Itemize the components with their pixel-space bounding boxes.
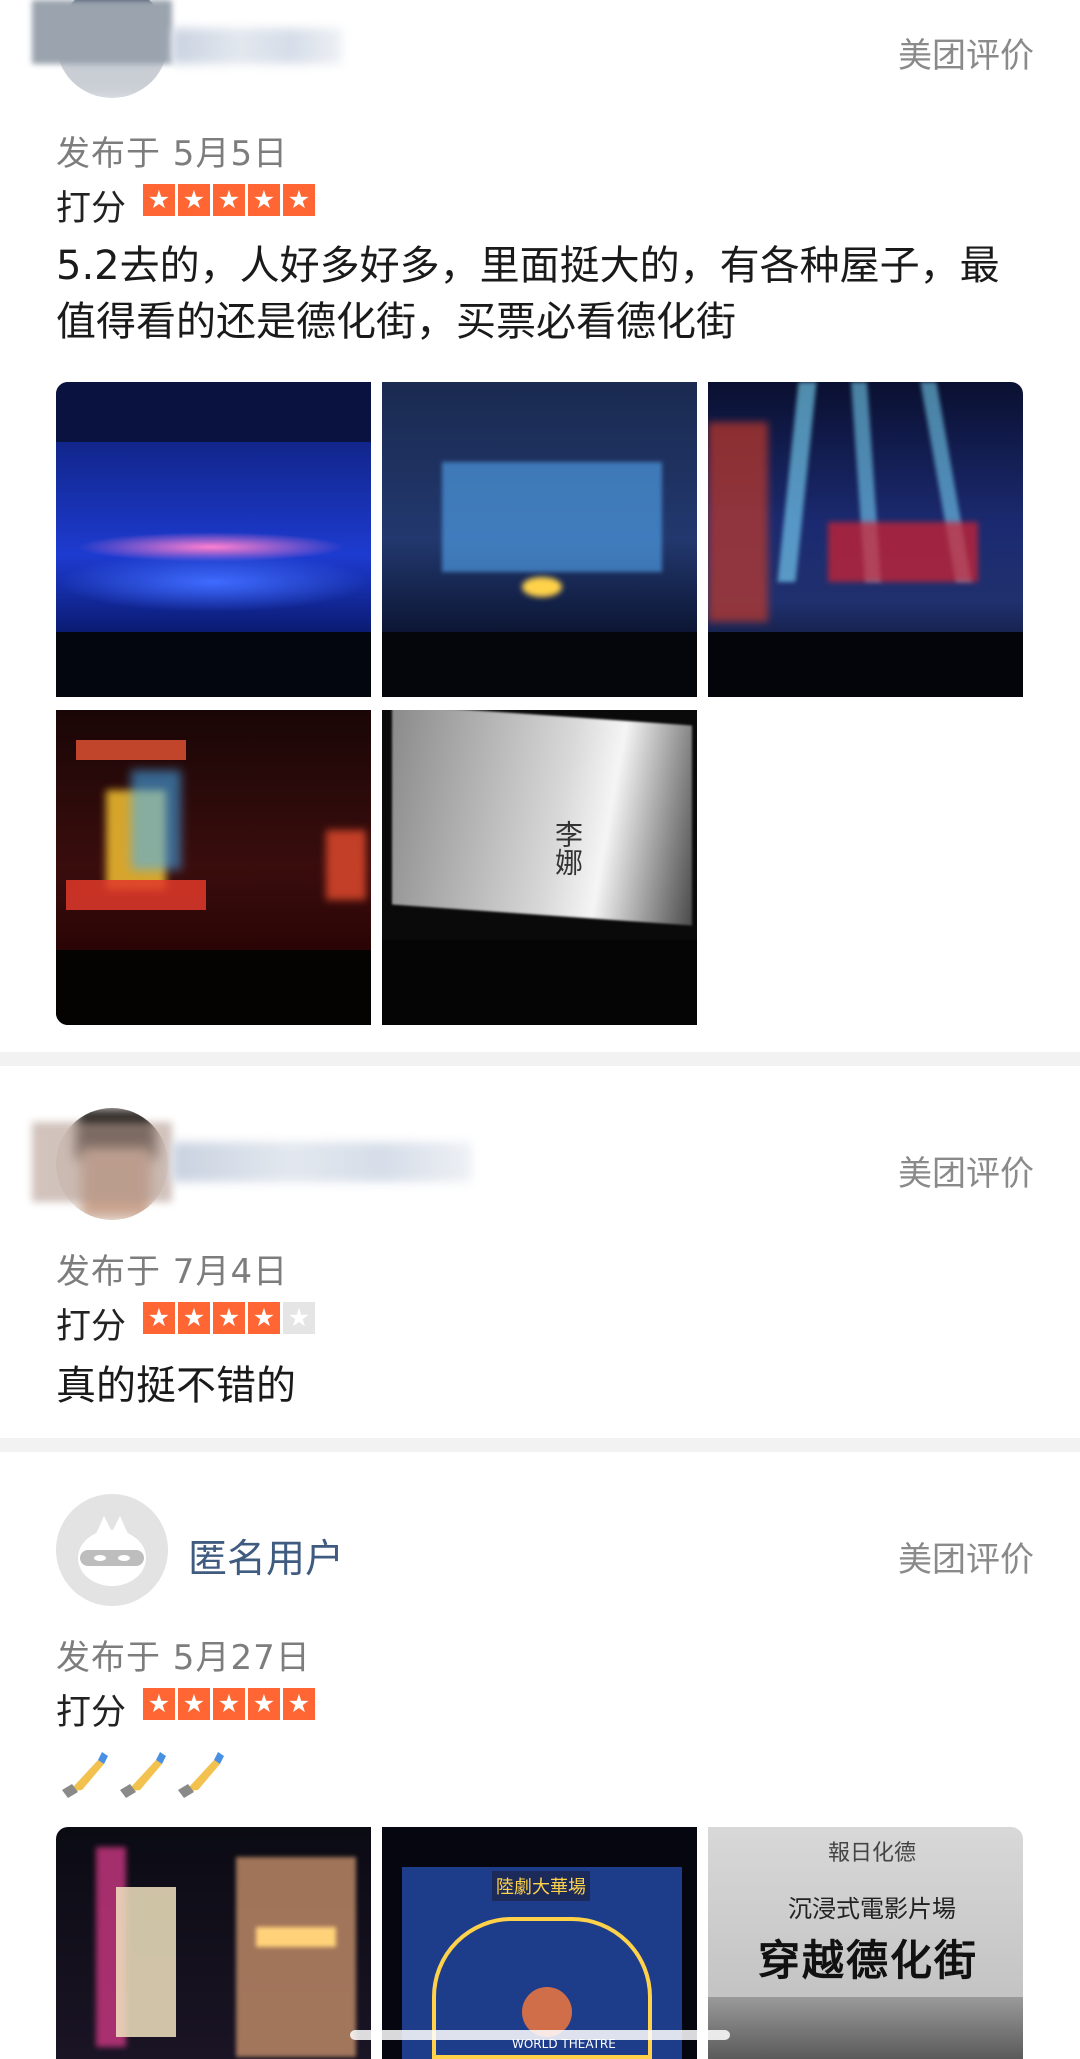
review-photo-1[interactable]	[56, 382, 371, 697]
star-icon: ★	[178, 1688, 210, 1720]
review-photo-1[interactable]	[56, 1827, 371, 2059]
score-label: 打分	[56, 189, 127, 229]
review-card-1: 美团评价 发布于 5月5日 打分 ★ ★ ★ ★ ★ 5.2去的，人好多好多，里…	[0, 0, 1080, 1052]
newspaper-title: 穿越德化街	[758, 1936, 979, 1985]
thumbs-hand-icon	[120, 1752, 166, 1798]
thumbs-hand-icon	[178, 1752, 224, 1798]
star-empty-icon: ★	[283, 1302, 315, 1334]
star-icon: ★	[178, 1302, 210, 1334]
review-photo-5[interactable]: 李娜	[382, 710, 697, 1025]
home-indicator[interactable]	[350, 2030, 730, 2040]
rating-stars: ★ ★ ★ ★ ★	[143, 1688, 315, 1720]
review-text[interactable]: 真的挺不错的	[56, 1358, 1016, 1414]
review-card-3: 匿名用户 美团评价 发布于 5月27日 打分 ★ ★ ★ ★ ★ 陸劇大華場 W…	[0, 1452, 1080, 2059]
star-icon: ★	[283, 1688, 315, 1720]
review-date: 发布于 5月27日	[56, 1638, 311, 1678]
username-blurred[interactable]	[172, 28, 342, 64]
review-separator	[0, 1438, 1080, 1452]
star-icon: ★	[248, 184, 280, 216]
anonymous-avatar-icon[interactable]	[56, 1494, 168, 1606]
review-photo-2[interactable]: 陸劇大華場 WORLD THEATRE	[382, 1827, 697, 2059]
thumbs-hand-icon	[62, 1752, 108, 1798]
review-text[interactable]: 5.2去的，人好多好多，里面挺大的，有各种屋子，最值得看的还是德化街，买票必看德…	[56, 238, 1016, 350]
review-photo-3[interactable]: 報日化德 沉浸式電影片場 穿越德化街	[708, 1827, 1023, 2059]
review-date: 发布于 5月5日	[56, 134, 289, 174]
review-photo-2[interactable]	[382, 382, 697, 697]
star-icon: ★	[283, 184, 315, 216]
star-icon: ★	[213, 184, 245, 216]
newspaper-header: 報日化德	[828, 1841, 917, 1866]
star-icon: ★	[213, 1688, 245, 1720]
projection-text: 李娜	[551, 820, 584, 876]
star-icon: ★	[143, 1302, 175, 1334]
star-icon: ★	[213, 1302, 245, 1334]
score-label: 打分	[56, 1693, 127, 1733]
review-source: 美团评价	[898, 1540, 1034, 1580]
username-blurred[interactable]	[172, 1142, 472, 1182]
review-photo-4[interactable]	[56, 710, 371, 1025]
star-icon: ★	[248, 1688, 280, 1720]
review-card-2: 美团评价 发布于 7月4日 打分 ★ ★ ★ ★ ★ 真的挺不错的	[0, 1066, 1080, 1438]
review-date: 发布于 7月4日	[56, 1252, 289, 1292]
newspaper-subtitle: 沉浸式電影片場	[788, 1895, 956, 1923]
theatre-sign: 陸劇大華場	[492, 1871, 590, 1901]
review-photo-3[interactable]	[708, 382, 1023, 697]
avatar-pixelation	[32, 0, 172, 64]
review-source: 美团评价	[898, 36, 1034, 76]
star-icon: ★	[143, 184, 175, 216]
star-icon: ★	[178, 184, 210, 216]
avatar-pixelation	[32, 1122, 172, 1202]
username[interactable]: 匿名用户	[188, 1528, 344, 1584]
anonymous-mask-icon	[56, 1494, 168, 1606]
review-source: 美团评价	[898, 1154, 1034, 1194]
star-icon: ★	[248, 1302, 280, 1334]
score-label: 打分	[56, 1307, 127, 1347]
rating-stars: ★ ★ ★ ★ ★	[143, 184, 315, 216]
review-separator	[0, 1052, 1080, 1066]
rating-stars: ★ ★ ★ ★ ★	[143, 1302, 315, 1334]
star-icon: ★	[143, 1688, 175, 1720]
